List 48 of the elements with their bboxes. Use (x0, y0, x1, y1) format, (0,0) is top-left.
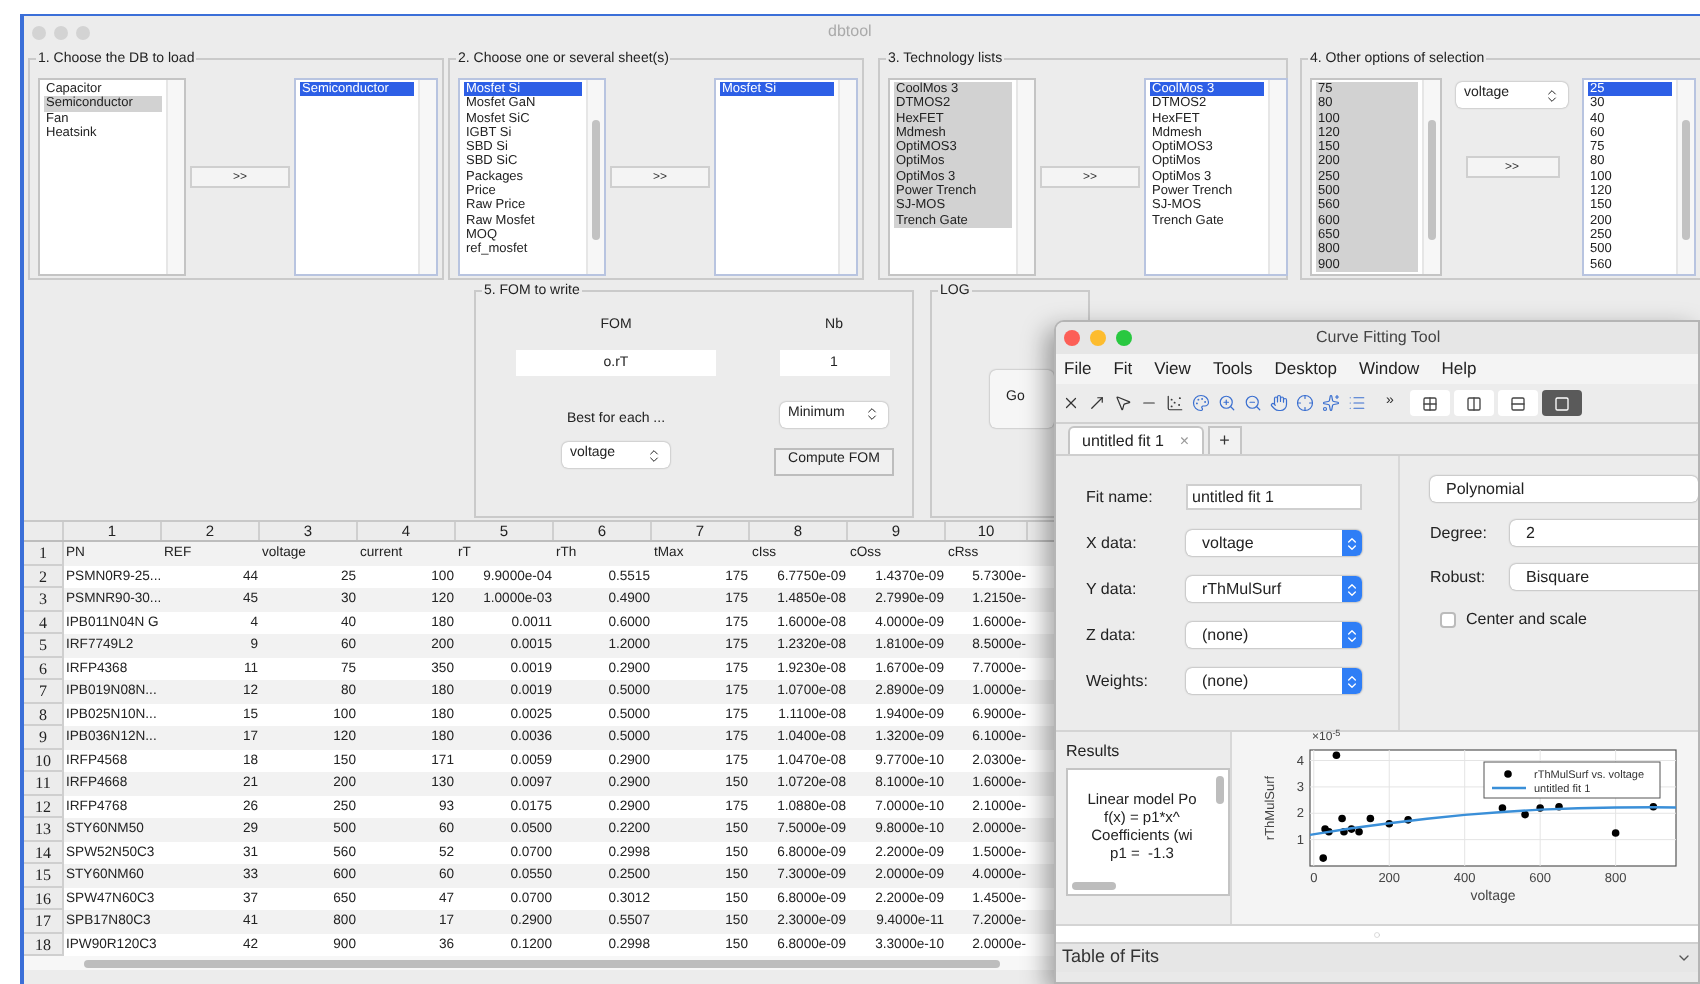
select-field[interactable]: rThMulSurf (1186, 576, 1362, 602)
row-header[interactable]: 10 (24, 749, 64, 772)
row-header[interactable]: 9 (24, 726, 64, 749)
section-title: Table of Fits (1062, 944, 1160, 971)
select-field[interactable]: (none) (1186, 668, 1362, 694)
menu-item[interactable]: View (1154, 356, 1191, 382)
row-header[interactable]: 11 (24, 772, 64, 795)
checkbox-label: Center and scale (1466, 608, 1587, 632)
select-field[interactable]: voltage (1186, 530, 1362, 556)
menu-item[interactable]: Tools (1212, 356, 1253, 382)
row-header[interactable]: 4 (24, 611, 64, 634)
select-field[interactable]: (none) (1186, 622, 1362, 648)
row-header[interactable]: 3 (24, 588, 64, 611)
menu-item[interactable]: Window (1358, 356, 1420, 382)
field-label: Y data: (1086, 577, 1139, 601)
menu-item[interactable]: File (1064, 356, 1092, 382)
row-header[interactable]: 7 (24, 680, 64, 703)
degree-select[interactable]: 2 (1510, 520, 1698, 546)
menu-item[interactable]: Help (1441, 356, 1477, 382)
menu-item[interactable]: Fit (1113, 356, 1133, 382)
row-header[interactable]: 16 (24, 887, 64, 910)
field-label: Weights: (1086, 669, 1150, 693)
row-header[interactable]: 15 (24, 864, 64, 887)
row-header[interactable]: 2 (24, 565, 64, 588)
row-header[interactable]: 17 (24, 910, 64, 933)
window-title: dbtool (828, 20, 872, 44)
row-header[interactable]: 14 (24, 841, 64, 864)
fit-tab[interactable]: untitled fit 1 × (1068, 426, 1204, 454)
row-header[interactable]: 5 (24, 634, 64, 657)
results-title: Results (1066, 740, 1122, 764)
field-label: Degree: (1430, 521, 1489, 545)
row-header[interactable]: 1 (24, 542, 64, 565)
robust-select[interactable]: Bisquare (1510, 564, 1698, 590)
tab-label: untitled fit 1 (1082, 429, 1164, 453)
row-header[interactable]: 6 (24, 657, 64, 680)
row-header[interactable]: 8 (24, 703, 64, 726)
fit-name-field[interactable]: untitled fit 1 (1186, 484, 1362, 510)
field-label: Fit name: (1086, 485, 1155, 509)
row-header[interactable]: 18 (24, 933, 64, 956)
fit-type-select[interactable]: Polynomial (1430, 476, 1698, 502)
row-header[interactable]: 12 (24, 795, 64, 818)
window-title: Curve Fitting Tool (1316, 326, 1441, 350)
row-header[interactable]: 13 (24, 818, 64, 841)
add-tab-button[interactable]: + (1207, 426, 1242, 454)
menu-item[interactable]: Desktop (1274, 356, 1337, 382)
field-label: Robust: (1430, 565, 1488, 589)
field-label: Z data: (1086, 623, 1138, 647)
field-label: X data: (1086, 531, 1139, 555)
